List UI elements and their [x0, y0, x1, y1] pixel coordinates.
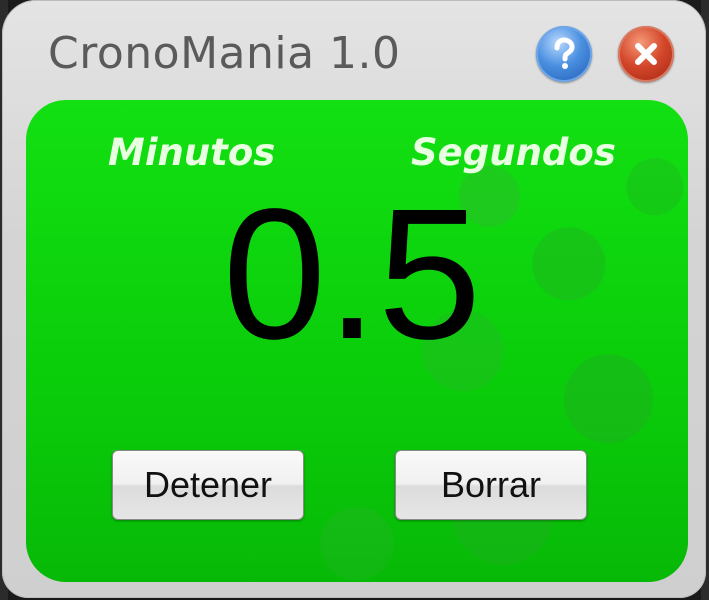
app-window: CronoMania 1.0 Minutos Segundos 0.5 Dete… [2, 0, 706, 598]
help-button[interactable] [536, 26, 592, 82]
close-button[interactable] [618, 26, 674, 82]
timer-readout: 0.5 [222, 171, 482, 378]
stop-button[interactable]: Detener [112, 450, 304, 520]
close-x-icon [635, 43, 657, 65]
clear-button[interactable]: Borrar [395, 450, 587, 520]
question-mark-icon [554, 37, 575, 69]
window-title: CronoMania 1.0 [48, 28, 401, 79]
